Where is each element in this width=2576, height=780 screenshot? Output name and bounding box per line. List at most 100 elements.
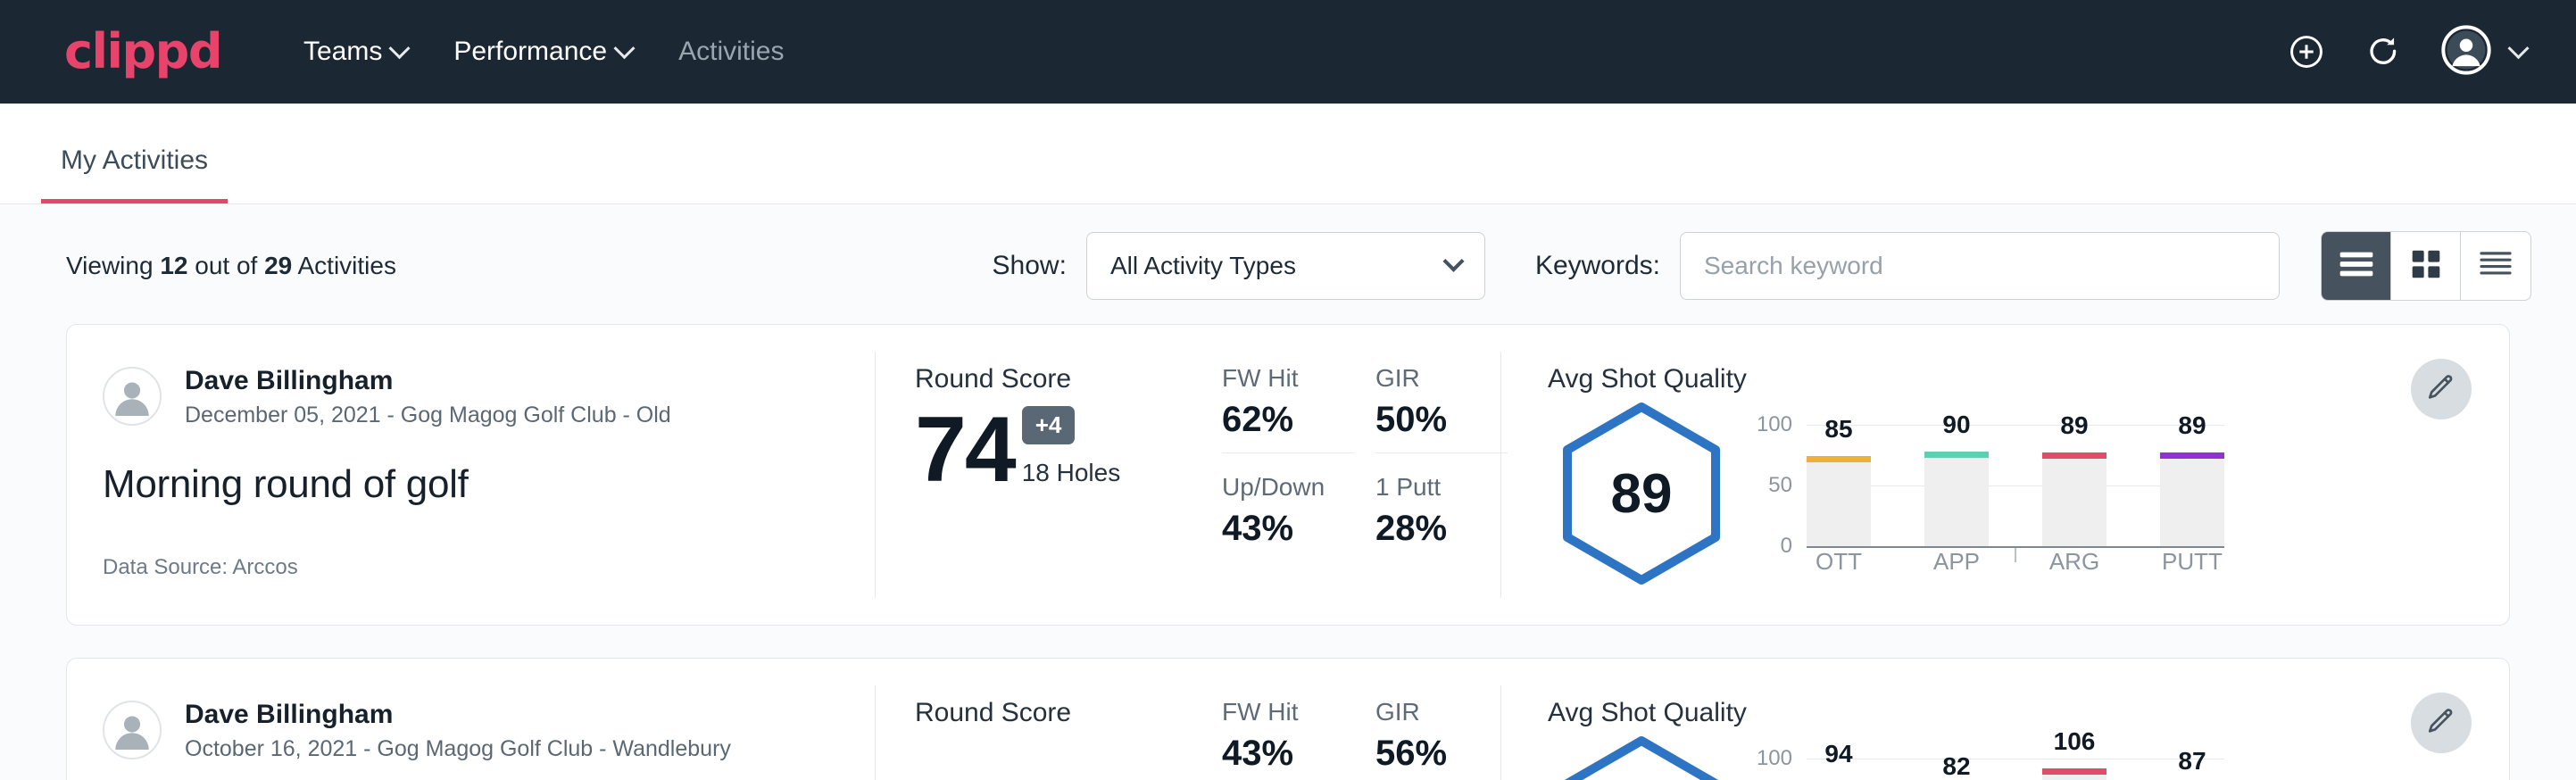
round-stats-grid: FW Hit 62% GIR 50% Up/Down 43% 1 Putt 28… <box>1222 364 1500 561</box>
view-mode-list-button[interactable] <box>2322 232 2391 300</box>
bar-app: 90 <box>1924 425 1989 546</box>
chart-x-axis: OTT APP ARG PUTT <box>1807 548 2224 576</box>
stat-gir-label: GIR <box>1375 364 1508 393</box>
holes-played: 18 Holes <box>1022 459 1121 487</box>
activity-user-row: Dave Billingham October 16, 2021 - Gog M… <box>103 698 850 762</box>
bar-arg: 89 <box>2042 425 2107 546</box>
quality-hexagon-wrap <box>1548 735 1735 780</box>
quality-hexagon: 89 <box>1558 402 1724 585</box>
round-score-block: Round Score 74 +4 18 Holes <box>876 325 1206 625</box>
activity-card[interactable]: Dave Billingham October 16, 2021 - Gog M… <box>66 658 2510 780</box>
round-score-value: 74 <box>915 403 1015 496</box>
activity-title: Morning round of golf <box>103 462 850 507</box>
top-nav-actions <box>2288 25 2526 79</box>
activity-summary: Dave Billingham December 05, 2021 - Gog … <box>67 325 875 625</box>
tab-my-activities[interactable]: My Activities <box>41 145 228 203</box>
avg-shot-quality-label: Avg Shot Quality <box>1548 364 2509 394</box>
chevron-down-icon <box>614 37 636 59</box>
nav-item-teams[interactable]: Teams <box>303 37 407 67</box>
viewing-prefix: Viewing <box>66 252 160 279</box>
refresh-icon[interactable] <box>2364 33 2402 71</box>
x-tick-ott-label: OTT <box>1816 548 1862 575</box>
stat-fw-hit-label: FW Hit <box>1222 364 1354 393</box>
chevron-down-icon <box>2507 37 2529 59</box>
activity-card[interactable]: Dave Billingham December 05, 2021 - Gog … <box>66 324 2510 626</box>
edit-activity-button[interactable] <box>2411 693 2472 753</box>
y-tick-100: 100 <box>1757 746 1792 771</box>
nav-item-performance-label: Performance <box>453 37 607 67</box>
viewing-count-text: Viewing 12 out of 29 Activities <box>66 252 396 280</box>
avg-shot-quality-body: 100 50 0 94 82 <box>1548 732 2509 780</box>
view-mode-compact-button[interactable] <box>2461 232 2530 300</box>
nav-item-activities[interactable]: Activities <box>678 37 784 67</box>
bar-ott: 85 <box>1807 425 1871 546</box>
x-tick-arg: ARG <box>2042 548 2107 576</box>
avatar <box>103 701 162 759</box>
viewing-suffix: Activities <box>292 252 396 279</box>
bar-ott: 94 <box>1807 759 1871 780</box>
quality-hexagon-value <box>1558 735 1724 780</box>
shot-quality-bar-chart: 100 50 0 94 82 <box>1751 732 2224 780</box>
bar-putt: 87 <box>2160 759 2224 780</box>
add-circle-icon[interactable] <box>2288 33 2325 71</box>
chart-bars: 85 90 89 <box>1807 425 2224 546</box>
view-mode-grid-button[interactable] <box>2391 232 2461 300</box>
stat-one-putt-label: 1 Putt <box>1375 473 1508 502</box>
stat-gir-value: 50% <box>1375 400 1508 440</box>
quality-hexagon-value: 89 <box>1558 402 1724 585</box>
bar-ott-value: 85 <box>1824 415 1852 444</box>
nav-item-teams-label: Teams <box>303 37 382 67</box>
compact-view-icon <box>2478 250 2514 283</box>
round-score-value-row: 74 +4 18 Holes <box>915 403 1206 496</box>
stat-gir: GIR 56% <box>1375 698 1508 780</box>
activity-type-select-value: All Activity Types <box>1110 252 1296 280</box>
activity-summary: Dave Billingham October 16, 2021 - Gog M… <box>67 659 875 780</box>
list-view-icon <box>2339 251 2374 282</box>
clippd-logo[interactable]: clippd <box>64 28 221 76</box>
round-score-side: +4 18 Holes <box>1022 406 1121 496</box>
chevron-down-icon <box>1442 250 1464 271</box>
stat-fw-hit-value: 62% <box>1222 400 1354 440</box>
stat-one-putt: 1 Putt 28% <box>1375 473 1508 561</box>
tab-my-activities-label: My Activities <box>61 145 208 175</box>
x-tick-app: APP <box>1924 548 1989 576</box>
activity-card-list: Dave Billingham December 05, 2021 - Gog … <box>0 324 2576 780</box>
search-input[interactable] <box>1704 252 2256 280</box>
x-tick-ott: OTT <box>1807 548 1871 576</box>
stat-fw-hit-label: FW Hit <box>1222 698 1354 726</box>
account-menu[interactable] <box>2441 25 2526 79</box>
activity-user-meta: Dave Billingham October 16, 2021 - Gog M… <box>185 698 731 762</box>
account-avatar-icon <box>2441 25 2491 79</box>
round-stats-block: FW Hit 43% GIR 56% <box>1206 659 1500 780</box>
bar-arg-value: 89 <box>2060 411 2088 440</box>
search-input-wrapper[interactable] <box>1680 232 2280 300</box>
quality-hexagon-wrap: 89 <box>1548 402 1735 585</box>
stat-gir-value: 56% <box>1375 734 1508 774</box>
activity-user-meta: Dave Billingham December 05, 2021 - Gog … <box>185 364 671 428</box>
viewing-count: 12 <box>160 252 187 279</box>
round-score-block: Round Score <box>876 659 1206 780</box>
nav-item-performance[interactable]: Performance <box>453 37 632 67</box>
edit-activity-button[interactable] <box>2411 359 2472 419</box>
activity-type-select[interactable]: All Activity Types <box>1086 232 1485 300</box>
bar-putt-value: 87 <box>2178 747 2206 776</box>
stat-gir-label: GIR <box>1375 698 1508 726</box>
stat-up-down-label: Up/Down <box>1222 473 1354 502</box>
activity-user-name: Dave Billingham <box>185 364 671 398</box>
activity-date-course: December 05, 2021 - Gog Magog Golf Club … <box>185 402 671 428</box>
round-stats-block: FW Hit 62% GIR 50% Up/Down 43% 1 Putt 28… <box>1206 325 1500 625</box>
bar-ott-value: 94 <box>1824 740 1852 768</box>
stat-up-down-value: 43% <box>1222 509 1354 549</box>
stat-gir: GIR 50% <box>1375 364 1508 453</box>
chart-plot-area: 100 50 0 85 90 <box>1807 425 2224 546</box>
round-stats-grid: FW Hit 43% GIR 56% <box>1222 698 1500 780</box>
bar-putt: 89 <box>2160 425 2224 546</box>
activity-date-course: October 16, 2021 - Gog Magog Golf Club -… <box>185 736 731 762</box>
show-label: Show: <box>993 251 1067 281</box>
pencil-icon <box>2426 706 2456 741</box>
primary-nav: Teams Performance Activities <box>303 37 784 67</box>
stat-one-putt-value: 28% <box>1375 509 1508 549</box>
bar-putt-value: 89 <box>2178 411 2206 440</box>
activity-user-row: Dave Billingham December 05, 2021 - Gog … <box>103 364 850 428</box>
pencil-icon <box>2426 372 2456 407</box>
